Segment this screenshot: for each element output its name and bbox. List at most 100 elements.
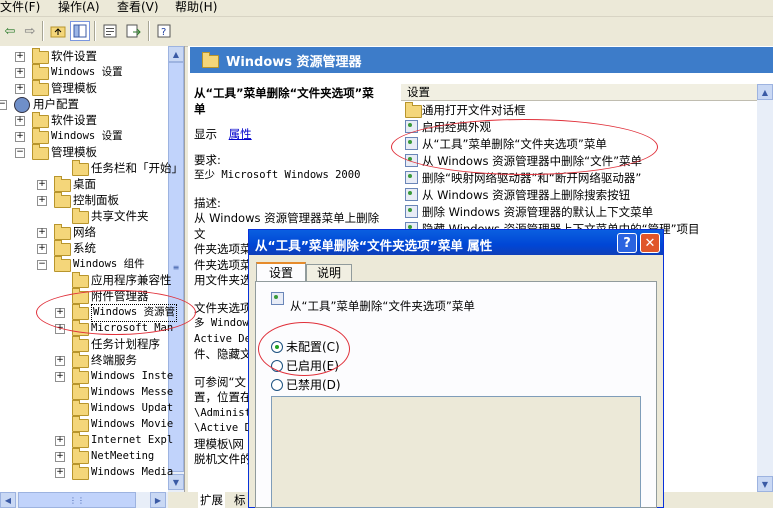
list-item[interactable]: 从 Windows 资源管理器上删除搜索按钮: [405, 187, 630, 203]
help-icon[interactable]: ?: [154, 21, 174, 41]
radio-disabled[interactable]: [271, 379, 283, 391]
label-disabled[interactable]: 已禁用(D): [286, 378, 341, 392]
list-column-header[interactable]: 设置: [401, 84, 773, 101]
folder-icon: [72, 272, 89, 288]
tree-item[interactable]: 网络: [73, 224, 96, 240]
expand-icon[interactable]: +: [37, 180, 47, 190]
tree-item[interactable]: 管理模板: [51, 144, 97, 160]
scroll-right-icon[interactable]: ▶: [150, 492, 166, 508]
close-button[interactable]: ✕: [640, 233, 660, 253]
collapse-icon[interactable]: −: [37, 260, 47, 270]
folder-icon: [72, 336, 89, 352]
folder-icon: [32, 144, 49, 160]
folder-icon: [54, 240, 71, 256]
tree-item[interactable]: Internet Expl: [91, 432, 173, 448]
expand-icon[interactable]: +: [15, 116, 25, 126]
properties-link[interactable]: 属性: [229, 127, 252, 141]
tree-item[interactable]: Windows 设置: [51, 128, 123, 144]
expand-icon[interactable]: +: [55, 356, 65, 366]
tree-item[interactable]: 软件设置: [51, 112, 97, 128]
tree-item[interactable]: Windows Movie: [91, 416, 173, 432]
highlight-ellipse: [36, 290, 196, 335]
tree-item[interactable]: Windows 组件: [73, 256, 145, 272]
menu-help[interactable]: 帮助(H): [175, 0, 217, 15]
tree-item[interactable]: 终端服务: [91, 352, 137, 368]
expand-icon[interactable]: +: [55, 468, 65, 478]
folder-icon: [54, 256, 71, 272]
folder-icon: [72, 384, 89, 400]
tree-item[interactable]: 桌面: [73, 176, 96, 192]
menu-view[interactable]: 查看(V): [117, 0, 159, 15]
scroll-up-icon[interactable]: ▲: [168, 46, 184, 62]
tab-extended[interactable]: 扩展: [198, 492, 225, 508]
tree-item[interactable]: Windows Messe: [91, 384, 173, 400]
folder-icon: [32, 48, 49, 64]
column-settings[interactable]: 设置: [407, 84, 430, 100]
list-item-label: 通用打开文件对话框: [422, 103, 526, 117]
forward-arrow-icon[interactable]: ⇨: [20, 21, 40, 41]
list-vertical-scrollbar[interactable]: ▲ ▼: [757, 84, 773, 492]
folder-icon: [72, 432, 89, 448]
tree-item[interactable]: 任务计划程序: [91, 336, 160, 352]
tree-item[interactable]: 任务栏和「开始」: [91, 160, 183, 176]
list-item[interactable]: 通用打开文件对话框: [405, 102, 526, 118]
dialog-title: 从“工具”菜单删除“文件夹选项”菜单 属性: [255, 238, 493, 253]
scroll-up-icon[interactable]: ▲: [757, 84, 773, 100]
scroll-left-icon[interactable]: ◀: [0, 492, 16, 508]
up-folder-icon[interactable]: [48, 21, 68, 41]
expand-icon[interactable]: +: [37, 228, 47, 238]
h-scroll-thumb[interactable]: ⋮⋮: [18, 492, 136, 508]
menu-file[interactable]: 文件(F): [0, 0, 40, 15]
tree-item[interactable]: 系统: [73, 240, 96, 256]
folder-icon: [32, 64, 49, 80]
folder-icon: [72, 448, 89, 464]
expand-icon[interactable]: +: [55, 372, 65, 382]
scroll-down-icon[interactable]: ▼: [757, 476, 773, 492]
expand-icon[interactable]: +: [37, 196, 47, 206]
tree-item[interactable]: 软件设置: [51, 48, 97, 64]
collapse-icon[interactable]: −: [0, 100, 7, 110]
folder-icon: [32, 128, 49, 144]
tree-item[interactable]: 应用程序兼容性: [91, 272, 172, 288]
desc-show-label: 显示: [194, 127, 217, 141]
tree-item[interactable]: NetMeeting: [91, 448, 154, 464]
setting-name: 从“工具”菜单删除“文件夹选项”菜单: [290, 299, 475, 313]
tree-horizontal-scrollbar[interactable]: ◀ ⋮⋮ ▶: [0, 492, 168, 508]
tree-item[interactable]: 用户配置: [33, 96, 79, 112]
toolbar-separator: [148, 21, 150, 41]
expand-icon[interactable]: +: [37, 244, 47, 254]
folder-icon: [72, 160, 89, 176]
tree-item[interactable]: Windows Inste: [91, 368, 173, 384]
dialog-title-bar[interactable]: 从“工具”菜单删除“文件夹选项”菜单 属性 ? ✕: [249, 230, 663, 255]
folder-icon: [54, 192, 71, 208]
menu-action[interactable]: 操作(A): [58, 0, 100, 15]
tab-standard[interactable]: 标: [234, 492, 246, 508]
expand-icon[interactable]: +: [55, 436, 65, 446]
folder-icon: [202, 52, 219, 68]
tree-item[interactable]: 控制面板: [73, 192, 119, 208]
expand-icon[interactable]: +: [15, 52, 25, 62]
expand-icon[interactable]: +: [15, 84, 25, 94]
expand-icon[interactable]: +: [15, 132, 25, 142]
panel-title: Windows 资源管理器: [226, 55, 362, 70]
tree-item[interactable]: 共享文件夹: [91, 208, 149, 224]
list-item[interactable]: 删除 Windows 资源管理器的默认上下文菜单: [405, 204, 653, 220]
folder-icon: [32, 80, 49, 96]
back-arrow-icon[interactable]: ⇦: [0, 21, 20, 41]
show-tree-icon[interactable]: [70, 21, 90, 41]
tree-pane: ▲ ≡ ▼ +软件设置+Windows 设置+管理模板−用户配置+软件设置+Wi…: [0, 46, 185, 492]
comment-area: [271, 396, 641, 508]
expand-icon[interactable]: +: [15, 68, 25, 78]
export-list-icon[interactable]: [123, 21, 143, 41]
collapse-icon[interactable]: −: [15, 148, 25, 158]
properties-icon[interactable]: [100, 21, 120, 41]
tab-explain[interactable]: 说明: [306, 264, 352, 281]
tree-item[interactable]: Windows Updat: [91, 400, 173, 416]
tree-item[interactable]: Windows Media: [91, 464, 173, 480]
expand-icon[interactable]: +: [55, 452, 65, 462]
help-button[interactable]: ?: [617, 233, 637, 253]
menu-bar: 文件(F) 操作(A) 查看(V) 帮助(H): [0, 0, 773, 17]
tab-settings[interactable]: 设置: [256, 262, 306, 282]
tree-item[interactable]: Windows 设置: [51, 64, 123, 80]
tree-item[interactable]: 管理模板: [51, 80, 97, 96]
